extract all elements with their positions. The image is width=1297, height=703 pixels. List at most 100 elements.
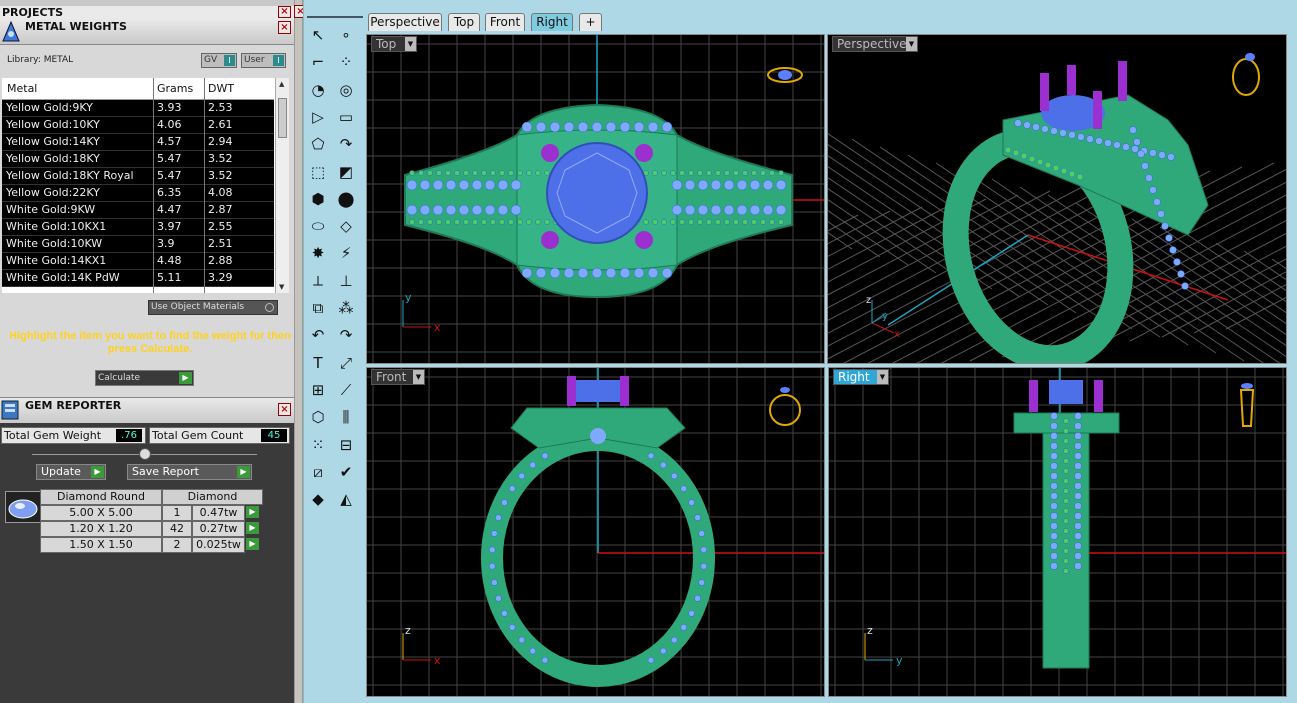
scale-tool-icon[interactable]: ⤢ — [334, 351, 358, 375]
shade-tool-icon[interactable]: ◆ — [306, 487, 330, 511]
chevron-down-icon[interactable]: ▼ — [413, 370, 424, 384]
surface-tool-icon[interactable]: ◩ — [334, 160, 358, 184]
table-row[interactable]: White Gold:10KX1 3.97 2.55 — [2, 219, 274, 236]
table-row[interactable]: Yellow Gold:18KY Royal 5.47 3.52 — [2, 168, 274, 185]
viewport-label-right[interactable]: Right ▼ — [833, 369, 889, 385]
projects-close-icon[interactable]: × — [278, 6, 291, 18]
table-cell: 4.08 — [208, 186, 233, 199]
chevron-down-icon[interactable]: ▼ — [877, 370, 888, 384]
tab-top[interactable]: Top — [448, 13, 480, 31]
sphere-tool-icon[interactable]: ⬤ — [334, 187, 358, 211]
group-tool-icon[interactable]: ⁂ — [334, 296, 358, 320]
table-row[interactable]: Yellow Gold:18KY 5.47 3.52 — [2, 151, 274, 168]
mirror-tool-icon[interactable]: ⟂ — [306, 269, 330, 293]
point-tool-icon[interactable]: ∘ — [334, 23, 358, 47]
table-row[interactable]: Yellow Gold:14KY 4.57 2.94 — [2, 134, 274, 151]
calculate-hint: Highlight the item you want to find the … — [9, 330, 291, 355]
matrix-tool-icon[interactable]: ⁙ — [306, 433, 330, 457]
metal-weights-close-icon[interactable]: × — [278, 21, 291, 34]
tab-perspective[interactable]: Perspective — [368, 13, 442, 31]
viewport-top[interactable]: y x Top ▼ — [366, 34, 825, 364]
fillet-tool-icon[interactable]: ↷ — [334, 132, 358, 156]
table-row[interactable]: White Gold:9KW 4.47 2.87 — [2, 202, 274, 219]
curve-tool-icon[interactable]: ⁘ — [334, 50, 358, 74]
axis-gizmo: y x — [402, 291, 441, 334]
table-row[interactable]: White Gold:14K PdW 5.11 3.29 — [2, 270, 274, 287]
scroll-up-icon[interactable]: ▲ — [279, 80, 284, 88]
metal-table-scrollbar[interactable]: ▲ ▼ — [275, 78, 289, 293]
shape-header: Diamond Round — [40, 489, 162, 505]
row-expand-icon[interactable]: ▶ — [246, 538, 259, 550]
tab-front[interactable]: Front — [485, 13, 525, 31]
explode-tool-icon[interactable]: ✸ — [306, 241, 330, 265]
view-cube-icon — [769, 387, 801, 426]
ellipse-tool-icon[interactable]: ◎ — [334, 78, 358, 102]
user-toggle[interactable]: User I — [241, 53, 286, 68]
col-grams[interactable]: Grams — [157, 82, 193, 95]
boolean-tool-icon[interactable]: ⚡ — [334, 241, 358, 265]
column-divider — [153, 78, 154, 293]
scroll-down-icon[interactable]: ▼ — [279, 283, 284, 291]
solid-tool-icon[interactable]: ⬡ — [306, 405, 330, 429]
rectangle-tool-icon[interactable]: ▭ — [334, 105, 358, 129]
gem-cell: 0.47tw — [192, 505, 245, 521]
add-tab-icon[interactable]: + — [579, 13, 602, 31]
table-row[interactable]: Yellow Gold:22KY 6.35 4.08 — [2, 185, 274, 202]
bend-tool-icon[interactable]: ↷ — [334, 323, 358, 347]
projects-bar[interactable]: PROJECTS × — [0, 6, 294, 19]
chevron-down-icon[interactable]: ▼ — [906, 37, 917, 51]
panel-divider[interactable]: × — [294, 0, 307, 703]
align-tool-icon[interactable]: ⊥ — [334, 269, 358, 293]
slider-handle[interactable] — [139, 448, 151, 460]
table-row[interactable]: White Gold:14KX1 4.48 2.88 — [2, 253, 274, 270]
row-expand-icon[interactable]: ▶ — [246, 506, 259, 518]
grid-tool-icon[interactable]: ⊞ — [306, 378, 330, 402]
update-button[interactable]: Update ▶ — [36, 464, 106, 480]
cylinder-tool-icon[interactable]: ⬭ — [306, 214, 330, 238]
tab-right[interactable]: Right — [531, 13, 573, 31]
viewport-right[interactable]: z y Right ▼ — [828, 367, 1287, 697]
select-tool-icon[interactable]: ↖ — [306, 23, 330, 47]
viewport-label-perspective[interactable]: Perspective ▼ — [832, 36, 918, 52]
circle-tool-icon[interactable]: ◔ — [306, 78, 330, 102]
text-tool-icon[interactable]: T — [306, 351, 330, 375]
chevron-down-icon[interactable]: ▼ — [405, 37, 416, 51]
calculate-button[interactable]: Calculate ▶ — [95, 370, 194, 386]
viewport-label-top[interactable]: Top ▼ — [371, 36, 417, 52]
table-row[interactable]: Yellow Gold:10KY 4.06 2.61 — [2, 117, 274, 134]
metal-table-header: Metal Grams DWT — [2, 78, 274, 100]
gv-toggle[interactable]: GV I — [201, 53, 237, 68]
viewport-front[interactable]: z x Front ▼ — [366, 367, 825, 697]
viewport-label-front[interactable]: Front ▼ — [371, 369, 425, 385]
table-row[interactable]: Yellow Gold:9KY 3.93 2.53 — [2, 100, 274, 117]
arc-tool-icon[interactable]: ▷ — [306, 105, 330, 129]
polyline-tool-icon[interactable]: ⌐ — [306, 50, 330, 74]
table-cell: White Gold:10KX1 — [6, 220, 107, 233]
check-tool-icon[interactable]: ✔ — [334, 460, 358, 484]
project-tool-icon[interactable]: ⟋ — [334, 378, 358, 402]
col-metal[interactable]: Metal — [7, 82, 37, 95]
viewport-perspective[interactable]: z y x Perspective ▼ — [827, 34, 1287, 364]
round-diamond-icon — [5, 491, 41, 523]
gem-reporter-close-icon[interactable]: × — [278, 403, 291, 416]
gem-tool-icon[interactable]: ⊟ — [334, 433, 358, 457]
table-cell: Yellow Gold:9KY — [6, 101, 93, 114]
metal-table[interactable]: Metal Grams DWT Yellow Gold:9KY 3.93 2.53 Y… — [2, 78, 289, 293]
box-tool-icon[interactable]: ⬢ — [306, 187, 330, 211]
stack-tool-icon[interactable]: ⧄ — [306, 460, 330, 484]
extrude-tool-icon[interactable]: ⫼ — [334, 405, 358, 429]
gem-cell: 5.00 X 5.00 — [40, 505, 162, 521]
table-row[interactable]: White Gold:10KW 3.9 2.51 — [2, 236, 274, 253]
render-tool-icon[interactable]: ◭ — [334, 487, 358, 511]
save-report-button[interactable]: Save Report ▶ — [127, 464, 252, 480]
transform-tool-icon[interactable]: ⬚ — [306, 160, 330, 184]
rotate-tool-icon[interactable]: ↶ — [306, 323, 330, 347]
polygon-tool-icon[interactable]: ⬠ — [306, 132, 330, 156]
loft-tool-icon[interactable]: ◇ — [334, 214, 358, 238]
array-tool-icon[interactable]: ⧉ — [306, 296, 330, 320]
table-cell: White Gold:14KX1 — [6, 254, 107, 267]
col-dwt[interactable]: DWT — [208, 82, 234, 95]
use-object-materials-toggle[interactable]: Use Object Materials — [148, 300, 278, 315]
row-expand-icon[interactable]: ▶ — [246, 522, 259, 534]
scroll-thumb[interactable] — [278, 98, 287, 138]
